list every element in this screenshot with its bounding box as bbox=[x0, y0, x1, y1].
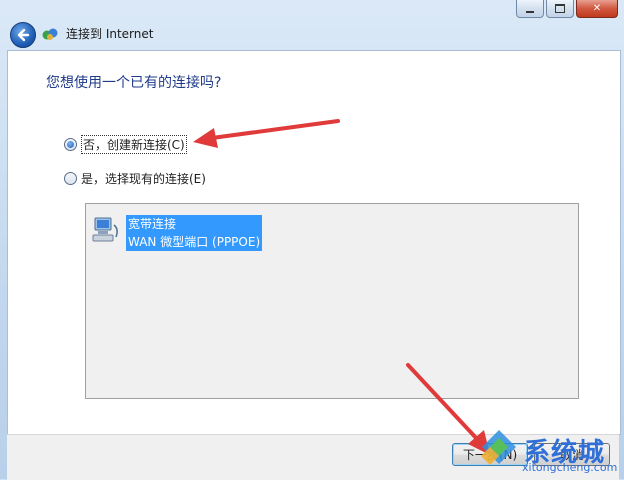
annotation-arrows bbox=[193, 119, 490, 455]
annotation-arrow-top bbox=[193, 119, 340, 148]
watermark-url: xitongcheng.com bbox=[522, 461, 618, 474]
watermark-logo-icon bbox=[481, 430, 516, 465]
